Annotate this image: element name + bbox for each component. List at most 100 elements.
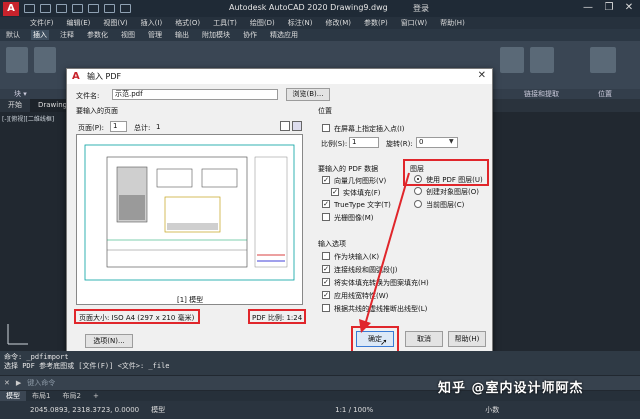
tab-view[interactable]: 视图 [119, 30, 137, 40]
open-file-icon[interactable] [40, 4, 51, 13]
browse-button[interactable]: 浏览(B)... [286, 88, 330, 101]
save-as-icon[interactable] [72, 4, 83, 13]
menu-draw[interactable]: 绘图(D) [250, 18, 275, 28]
link-data-icon[interactable] [530, 47, 554, 73]
autocad-a-icon: A [72, 70, 80, 82]
tab-output[interactable]: 输出 [173, 30, 191, 40]
menu-tools[interactable]: 工具(T) [213, 18, 237, 28]
menu-format[interactable]: 格式(O) [175, 18, 200, 28]
raster-images-checkbox[interactable] [322, 213, 330, 221]
maximize-button[interactable]: ❐ [600, 1, 618, 15]
page-number-field[interactable]: 1 [110, 121, 127, 132]
tab-start[interactable]: 开始 [0, 99, 30, 112]
ribbon-tabs: 默认 插入 注释 参数化 视图 管理 输出 附加模块 协作 精选应用 [0, 29, 640, 41]
menu-modify[interactable]: 修改(M) [325, 18, 351, 28]
minimize-button[interactable]: — [579, 1, 597, 15]
mouse-cursor-icon: ➚ [380, 338, 388, 348]
tab-model[interactable]: 模型 [0, 391, 26, 401]
command-prompt-icon: ▶ [15, 379, 22, 387]
autocad-logo-icon[interactable]: A [3, 1, 19, 16]
app-title: Autodesk AutoCAD 2020 Drawing9.dwg [229, 3, 388, 12]
dialog-title: 输入 PDF [87, 72, 122, 81]
vector-geometry-checkbox[interactable]: ✓ [322, 176, 330, 184]
redo-icon[interactable] [120, 4, 131, 13]
menu-view[interactable]: 视图(V) [103, 18, 127, 28]
new-file-icon[interactable] [24, 4, 35, 13]
close-button[interactable]: ✕ [620, 1, 638, 15]
tab-addins[interactable]: 附加模块 [200, 30, 232, 40]
model-space-button[interactable]: 模型 [151, 405, 165, 415]
insert-block-icon[interactable] [6, 47, 28, 73]
tab-featured-apps[interactable]: 精选应用 [268, 30, 300, 40]
add-layout-button[interactable]: + [87, 392, 105, 400]
dialog-title-bar: A 输入 PDF ✕ [67, 69, 492, 84]
save-icon[interactable] [56, 4, 67, 13]
specify-on-screen-checkbox[interactable] [322, 124, 330, 132]
login-link[interactable]: 登录 [413, 3, 429, 14]
watermark: 知乎 @室内设计师阿杰 [438, 381, 584, 396]
panel-label-block[interactable]: 块 ▾ [14, 89, 27, 99]
specify-on-screen-label: 在屏幕上指定插入点(I) [334, 125, 405, 133]
pdf-scale-label: PDF 比例: 1:24 [252, 314, 303, 322]
extract-data-icon[interactable] [500, 47, 524, 73]
menu-dimension[interactable]: 标注(N) [288, 18, 313, 28]
chevron-down-icon[interactable]: ▼ [449, 138, 454, 145]
menu-window[interactable]: 窗口(W) [401, 18, 427, 28]
coordinates-readout: 2045.0893, 2318.3723, 0.0000 [30, 406, 140, 414]
close-command-icon[interactable]: ✕ [4, 379, 10, 387]
convert-fill-checkbox[interactable]: ✓ [322, 278, 330, 286]
menu-file[interactable]: 文件(F) [30, 18, 54, 28]
import-pdf-dialog: A 输入 PDF ✕ 文件名: 示范.pdf 浏览(B)... 要输入的页面 页… [66, 68, 493, 353]
thumbnail-view-icon[interactable] [280, 121, 290, 131]
title-bar: A Autodesk AutoCAD 2020 Drawing9.dwg 登录 … [0, 0, 640, 17]
plot-icon[interactable] [88, 4, 99, 13]
total-value: 1 [156, 123, 161, 131]
pages-group-label: 要输入的页面 [76, 107, 118, 115]
tab-insert[interactable]: 插入 [31, 30, 49, 40]
list-view-icon[interactable] [292, 121, 302, 131]
menu-insert[interactable]: 插入(I) [141, 18, 163, 28]
tab-parametric[interactable]: 参数化 [85, 30, 110, 40]
page-size-label: 页面大小: ISO A4 (297 x 210 毫米) [79, 314, 195, 322]
rotation-label: 旋转(R): [386, 140, 413, 148]
tab-layout2[interactable]: 布局2 [56, 391, 86, 401]
tab-default[interactable]: 默认 [4, 30, 22, 40]
set-location-icon[interactable] [590, 47, 616, 73]
tab-manage[interactable]: 管理 [146, 30, 164, 40]
viewport-label[interactable]: [-][俯视][二维线框] [2, 114, 54, 123]
import-options-group-label: 输入选项 [318, 240, 346, 248]
scale-label: 比例(S): [321, 140, 348, 148]
apply-lineweight-checkbox[interactable]: ✓ [322, 291, 330, 299]
help-button[interactable]: 帮助(H) [448, 331, 486, 347]
file-name-field[interactable]: 示范.pdf [112, 89, 278, 100]
infer-linetype-checkbox[interactable] [322, 304, 330, 312]
scale-field[interactable]: 1 [349, 137, 379, 148]
units-readout[interactable]: 小数 [485, 405, 499, 415]
command-history-line: 命令: _pdfimport [4, 353, 69, 361]
preview-caption: [1] 模型 [177, 296, 204, 304]
solid-fill-checkbox[interactable]: ✓ [331, 188, 339, 196]
join-segments-checkbox[interactable]: ✓ [322, 265, 330, 273]
file-name-label: 文件名: [76, 92, 100, 100]
menu-edit[interactable]: 编辑(E) [67, 18, 91, 28]
menu-help[interactable]: 帮助(H) [440, 18, 465, 28]
position-group-label: 位置 [318, 107, 332, 115]
undo-icon[interactable] [104, 4, 115, 13]
status-bar: 2045.0893, 2318.3723, 0.0000 模型 1:1 / 10… [0, 401, 640, 419]
tab-annotate[interactable]: 注释 [58, 30, 76, 40]
total-label: 总计: [134, 124, 151, 132]
pdf-drawing-thumbnail [84, 144, 295, 281]
red-arrow-annotation [359, 172, 410, 333]
dialog-close-icon[interactable]: ✕ [478, 70, 486, 81]
options-button[interactable]: 选项(N)... [85, 334, 133, 348]
truetype-text-checkbox[interactable]: ✓ [322, 200, 330, 208]
command-history: 命令: _pdfimport 选择 PDF 参考底图或 [文件(F)] <文件>… [0, 351, 640, 375]
tab-collaborate[interactable]: 协作 [241, 30, 259, 40]
menu-bar: 文件(F) 编辑(E) 视图(V) 插入(I) 格式(O) 工具(T) 绘图(D… [0, 17, 640, 29]
menu-parametric[interactable]: 参数(P) [364, 18, 388, 28]
import-as-block-checkbox[interactable] [322, 252, 330, 260]
tab-layout1[interactable]: 布局1 [26, 391, 56, 401]
create-block-icon[interactable] [34, 47, 56, 73]
annotation-scale[interactable]: 1:1 / 100% [335, 406, 373, 414]
panel-label-location: 位置 [598, 90, 612, 98]
